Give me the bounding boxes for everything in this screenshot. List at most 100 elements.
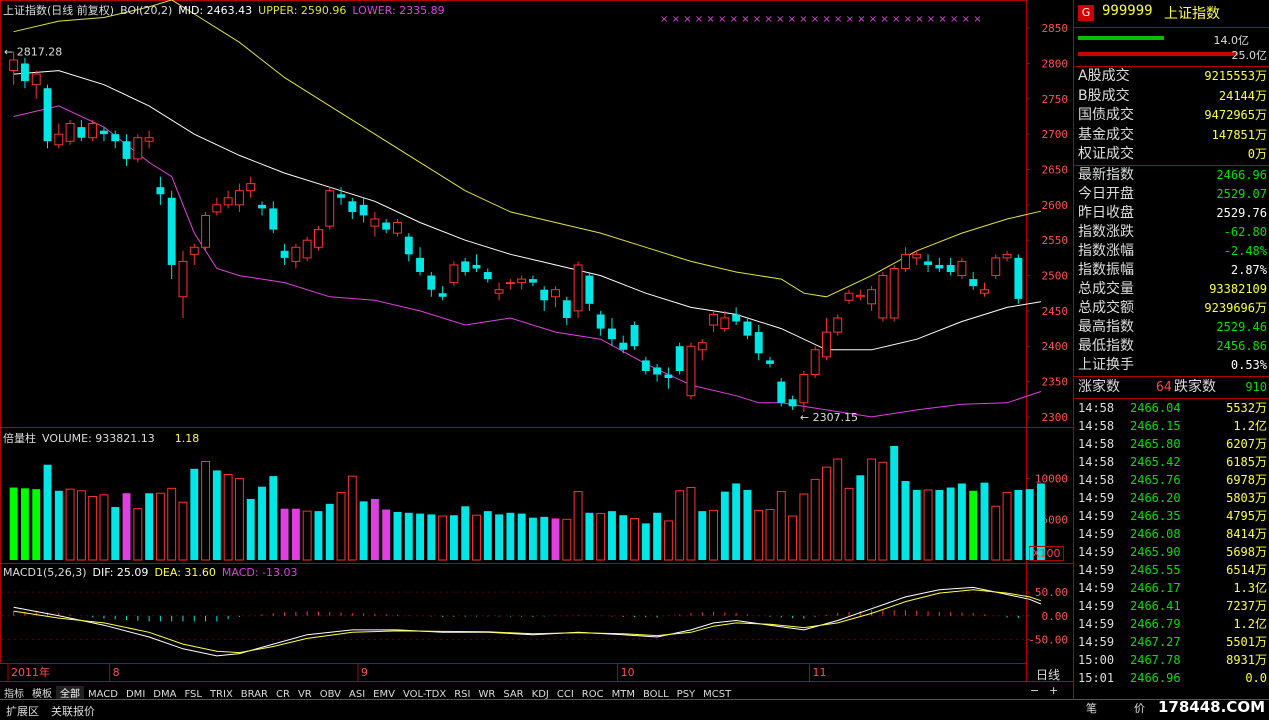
high-annotation: ← 2817.28 — [4, 45, 62, 58]
tick-volume: 5501万 — [1226, 635, 1267, 649]
candle-body-up — [912, 253, 922, 259]
zoom-in-button[interactable]: + — [1049, 684, 1058, 697]
candle-body-up — [54, 133, 64, 146]
tick-time: 14:59 — [1078, 581, 1115, 595]
candle-body-up — [697, 342, 707, 351]
candle-body-down — [43, 88, 52, 142]
stat-value: 2529.76 — [1216, 206, 1267, 220]
zoom-out-button[interactable]: − — [1030, 684, 1039, 697]
tick-price: 2467.78 — [1130, 653, 1181, 667]
price-button[interactable]: 价 — [1128, 700, 1151, 717]
tick-time: 14:58 — [1078, 419, 1115, 433]
boll-upper: UPPER: 2590.96 — [258, 4, 347, 17]
volume-bar — [438, 515, 448, 561]
stat-value: 0.53% — [1230, 358, 1267, 372]
tick-price: 2466.04 — [1130, 401, 1181, 415]
volume-bar — [608, 511, 616, 560]
volume-bar — [54, 490, 63, 560]
stat-label: 最高指数 — [1078, 319, 1134, 335]
buy-strength-bar — [1078, 36, 1164, 40]
cross-marker: × — [869, 14, 877, 25]
tick-price: 2466.15 — [1130, 419, 1181, 433]
tick-price: 2465.90 — [1130, 545, 1181, 559]
volume-bar — [472, 514, 481, 561]
candle-body-down — [675, 346, 684, 371]
candle-body-up — [212, 204, 222, 213]
cross-marker: × — [788, 14, 796, 25]
candle-body-up — [991, 257, 1001, 277]
g-icon[interactable]: G — [1078, 5, 1094, 21]
candle-body-up — [370, 218, 380, 227]
price-tick-label: 2700 — [1042, 128, 1069, 141]
tick-row: 14:58 2465.76 6978万 — [1078, 471, 1267, 489]
volume-bar — [686, 487, 696, 561]
candle-body-up — [31, 73, 41, 86]
volume-bar — [619, 515, 628, 560]
related-quote-button[interactable]: 关联报价 — [45, 703, 101, 720]
volume-bar — [1014, 489, 1023, 560]
volume-bar — [223, 474, 233, 561]
cross-marker: × — [973, 14, 981, 25]
expand-area-button[interactable]: 扩展区 — [0, 703, 45, 720]
volume-bar — [234, 478, 244, 561]
index-stat-row: 昨日收盘 2529.76 — [1078, 204, 1267, 223]
candle-body-up — [799, 374, 809, 404]
stock-code: 999999 — [1102, 3, 1153, 19]
cross-marker: × — [834, 14, 842, 25]
tick-time: 14:58 — [1078, 401, 1115, 415]
volume-bar — [359, 501, 368, 560]
volume-bar — [957, 483, 966, 560]
volume-bar — [653, 512, 662, 560]
tick-volume: 6978万 — [1226, 473, 1267, 487]
price-tick-label: 2500 — [1042, 270, 1069, 283]
macd-value: MACD: -13.03 — [221, 566, 298, 579]
volume-bar — [495, 514, 504, 560]
tick-time: 14:58 — [1078, 437, 1115, 451]
candle-body-down — [641, 360, 650, 371]
cross-marker: × — [660, 14, 668, 25]
stat-label: 国债成交 — [1078, 107, 1134, 123]
volume-bar — [551, 518, 560, 560]
pen-button[interactable]: 笔 — [1080, 700, 1103, 717]
quote-panel: G 999999 上证指数 14.0亿 25.0亿 A股成交 9215553万 B股… — [1073, 0, 1269, 717]
cross-marker: × — [695, 14, 703, 25]
bar2-value: 25.0亿 — [1231, 49, 1268, 62]
volume-bar — [302, 510, 312, 561]
volume-bar — [246, 498, 255, 560]
tick-price: 2465.55 — [1130, 563, 1181, 577]
volume-bar — [43, 464, 52, 560]
cross-marker: × — [915, 14, 923, 25]
tick-row: 14:58 2466.15 1.2亿 — [1078, 417, 1267, 435]
boll-upper-line — [13, 0, 1042, 298]
cross-marker: × — [683, 14, 691, 25]
candle-body-down — [664, 374, 673, 379]
cross-marker: × — [730, 14, 738, 25]
indicator-tabs: 指标 模板 全部 MACD DMI DMA FSL TRIX BRAR CR VR OBV ASI EMV… — [0, 681, 1073, 704]
tick-volume: 0.0 — [1245, 671, 1267, 685]
index-stat-row: 上证换手 0.53% — [1078, 356, 1267, 375]
candle-body-down — [337, 194, 345, 198]
tick-volume: 5803万 — [1226, 491, 1267, 505]
tick-price: 2467.27 — [1130, 635, 1181, 649]
stat-value: 9215553万 — [1204, 69, 1267, 83]
chart-frame — [0, 0, 1027, 664]
candle-body-down — [743, 321, 752, 336]
boll-indicator: BOl(20,2) — [120, 4, 173, 17]
cross-marker: × — [811, 14, 819, 25]
volume-bar — [573, 491, 583, 561]
volume-bar — [76, 490, 86, 561]
candle-body-up — [505, 282, 515, 285]
bottom-bar: 扩展区 关联报价 笔 价 — [0, 699, 1269, 718]
volume-bar — [404, 512, 413, 560]
volume-bar — [630, 517, 639, 561]
index-stat-row: 指数振幅 2.87% — [1078, 261, 1267, 280]
tick-price: 2465.42 — [1130, 455, 1181, 469]
candle-body-up — [88, 123, 98, 139]
candle-body-up — [133, 137, 143, 160]
volume-bar — [280, 508, 289, 560]
volume-bar — [720, 491, 729, 560]
volume-bar — [393, 511, 402, 560]
candle-body-down — [788, 399, 797, 407]
stock-name: 上证指数 — [1164, 6, 1220, 22]
rise-label: 涨家数 — [1078, 379, 1120, 395]
